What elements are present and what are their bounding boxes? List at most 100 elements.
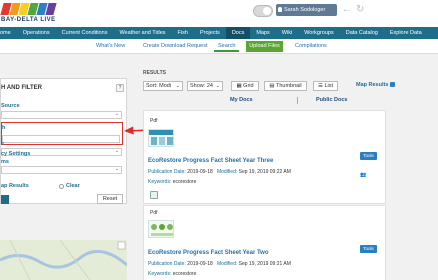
- thumbnail-graphic: [149, 130, 173, 145]
- modified-label: Modified:: [216, 261, 238, 267]
- toggle-knob: [263, 7, 271, 15]
- map-results-label: ap Results: [1, 183, 29, 189]
- docs-sub-nav: What's New Create Download Request Searc…: [0, 39, 438, 54]
- source-label: Source: [1, 103, 20, 109]
- keywords-label: Keywords:: [148, 179, 172, 185]
- tools-button[interactable]: Tools: [360, 152, 377, 160]
- sort-select[interactable]: Sort: Modi ⌄: [143, 81, 183, 91]
- tools-button[interactable]: Tools: [360, 245, 377, 253]
- chevron-icon: ⌄: [175, 83, 180, 89]
- results-label: RESULTS: [143, 70, 166, 76]
- list-label: List: [324, 83, 334, 89]
- tab-divider: [297, 97, 298, 104]
- document-thumbnail[interactable]: [148, 129, 174, 147]
- nav-item-current-conditions[interactable]: Current Conditions: [56, 27, 114, 39]
- document-meta: Publication Date: 2019-09-18 Modified: S…: [148, 169, 291, 175]
- checkbox-icon: [390, 82, 396, 88]
- map-results-toggle[interactable]: Map Results: [356, 82, 396, 88]
- nav-item-fish[interactable]: Fish: [172, 27, 194, 39]
- document-card: Pdf EcoRestore Progress Fact Sheet Year …: [143, 205, 386, 280]
- filter-select-4[interactable]: ⌄: [1, 166, 122, 174]
- user-name: Sarah Sodologer: [284, 7, 326, 13]
- file-type-label: Pdf: [150, 118, 158, 124]
- chevron-icon: ⌄: [215, 83, 220, 89]
- map-results-text: Map Results: [356, 82, 389, 88]
- nav-item-projects[interactable]: Projects: [194, 27, 226, 39]
- theme-toggle[interactable]: [253, 5, 273, 17]
- user-icon: [278, 7, 282, 12]
- document-keywords: Keywords: ecorestore: [148, 179, 196, 185]
- nav-item-home[interactable]: ome: [0, 27, 17, 39]
- grid-view-button[interactable]: ▦ Grid: [231, 81, 259, 91]
- modified-value: Sep 19, 2019 09:21 AM: [238, 261, 291, 267]
- list-view-button[interactable]: ☰ List: [313, 81, 338, 91]
- pub-date-value: 2019-09-18: [187, 261, 213, 267]
- modified-label: Modified:: [216, 169, 238, 175]
- page-size-select[interactable]: Show: 24 ⌄: [187, 81, 223, 91]
- tab-search[interactable]: Search: [214, 41, 240, 52]
- keyword-search-label: h: [2, 125, 6, 131]
- document-card: Pdf EcoRestore Progress Fact Sheet Year …: [143, 110, 386, 204]
- nav-item-docs[interactable]: Docs: [225, 27, 251, 39]
- document-meta: Publication Date: 2019-09-18 Modified: S…: [148, 261, 291, 267]
- file-type-label: Pdf: [150, 210, 158, 216]
- nav-item-weather-tides[interactable]: Weather and Tides: [113, 27, 171, 39]
- tab-compilations[interactable]: Compilations: [295, 43, 327, 49]
- thumbnail-label: Thumbnail: [275, 83, 302, 89]
- nav-item-maps[interactable]: Maps: [250, 27, 275, 39]
- nav-item-workgroups[interactable]: Workgroups: [298, 27, 340, 39]
- refresh-icon[interactable]: ↻: [356, 5, 364, 15]
- search-button[interactable]: [1, 195, 9, 204]
- logo-text: BAY-DELTA LIVE: [1, 17, 56, 23]
- thumbnail-icon: ▤: [269, 83, 275, 89]
- tab-public-docs[interactable]: Public Docs: [316, 97, 347, 103]
- source-select[interactable]: ⌄: [1, 111, 122, 119]
- help-icon[interactable]: ?: [116, 84, 124, 92]
- tab-whats-new[interactable]: What's New: [96, 43, 125, 49]
- chevron-icon: ⌄: [114, 166, 119, 172]
- keyword-search-input[interactable]: [2, 135, 120, 143]
- clear-radio[interactable]: [59, 184, 64, 189]
- pub-date-label: Publication Date:: [148, 169, 186, 175]
- main-nav: ome Operations Current Conditions Weathe…: [0, 27, 438, 39]
- list-icon: ☰: [317, 83, 323, 89]
- chevron-icon: ⌄: [114, 148, 119, 154]
- map-graphic: [0, 240, 127, 280]
- chevron-icon: ⌄: [114, 111, 119, 117]
- filter-label-3: e: [1, 141, 5, 147]
- keywords-value: ecorestore: [172, 179, 197, 185]
- modified-value: Sep 19, 2019 09:22 AM: [238, 169, 291, 175]
- upload-files-button[interactable]: Upload Files: [246, 41, 283, 52]
- nav-item-data-catalog[interactable]: Data Catalog: [340, 27, 384, 39]
- keywords-label: Keywords:: [148, 271, 172, 277]
- keyword-search-highlight: h: [1, 122, 123, 145]
- tab-create-download-request[interactable]: Create Download Request: [143, 43, 208, 49]
- panel-title: H AND FILTER: [1, 85, 42, 91]
- thumbnail-view-button[interactable]: ▤ Thumbnail: [264, 81, 307, 91]
- clear-label[interactable]: Clear: [66, 183, 80, 189]
- nav-item-explore-data[interactable]: Explore Data: [384, 27, 428, 39]
- sort-value: Sort: Modi: [146, 83, 172, 89]
- add-to-compilation-icon[interactable]: [150, 191, 158, 199]
- document-title[interactable]: EcoRestore Progress Fact Sheet Year Two: [148, 250, 269, 256]
- pub-date-label: Publication Date:: [148, 261, 186, 267]
- share-users-icon[interactable]: 👥: [360, 172, 366, 178]
- page-size-value: Show: 24: [190, 83, 213, 89]
- top-header: BAY-DELTA LIVE Sarah Sodologer ← ↻: [0, 0, 438, 27]
- filter-label-4: ms: [1, 159, 9, 165]
- bay-delta-live-logo[interactable]: BAY-DELTA LIVE: [0, 1, 58, 26]
- nav-item-operations[interactable]: Operations: [17, 27, 56, 39]
- document-title[interactable]: EcoRestore Progress Fact Sheet Year Thre…: [148, 158, 273, 164]
- tab-my-docs[interactable]: My Docs: [230, 97, 253, 103]
- user-menu-button[interactable]: Sarah Sodologer: [276, 4, 337, 16]
- search-filter-panel: H AND FILTER ? Source ⌄ h e ⌄ ms ⌄ cy Se…: [0, 78, 127, 204]
- nav-item-wiki[interactable]: Wiki: [276, 27, 298, 39]
- document-thumbnail[interactable]: [148, 220, 174, 238]
- document-keywords: Keywords: ecorestore: [148, 271, 196, 277]
- arrow-left-icon[interactable]: ←: [342, 5, 352, 15]
- thumbnail-graphic: [151, 224, 173, 236]
- reset-button[interactable]: Reset: [97, 194, 123, 204]
- logo-block-purple: [45, 3, 57, 15]
- pub-date-value: 2019-09-18: [187, 169, 213, 175]
- map-preview[interactable]: [0, 240, 127, 280]
